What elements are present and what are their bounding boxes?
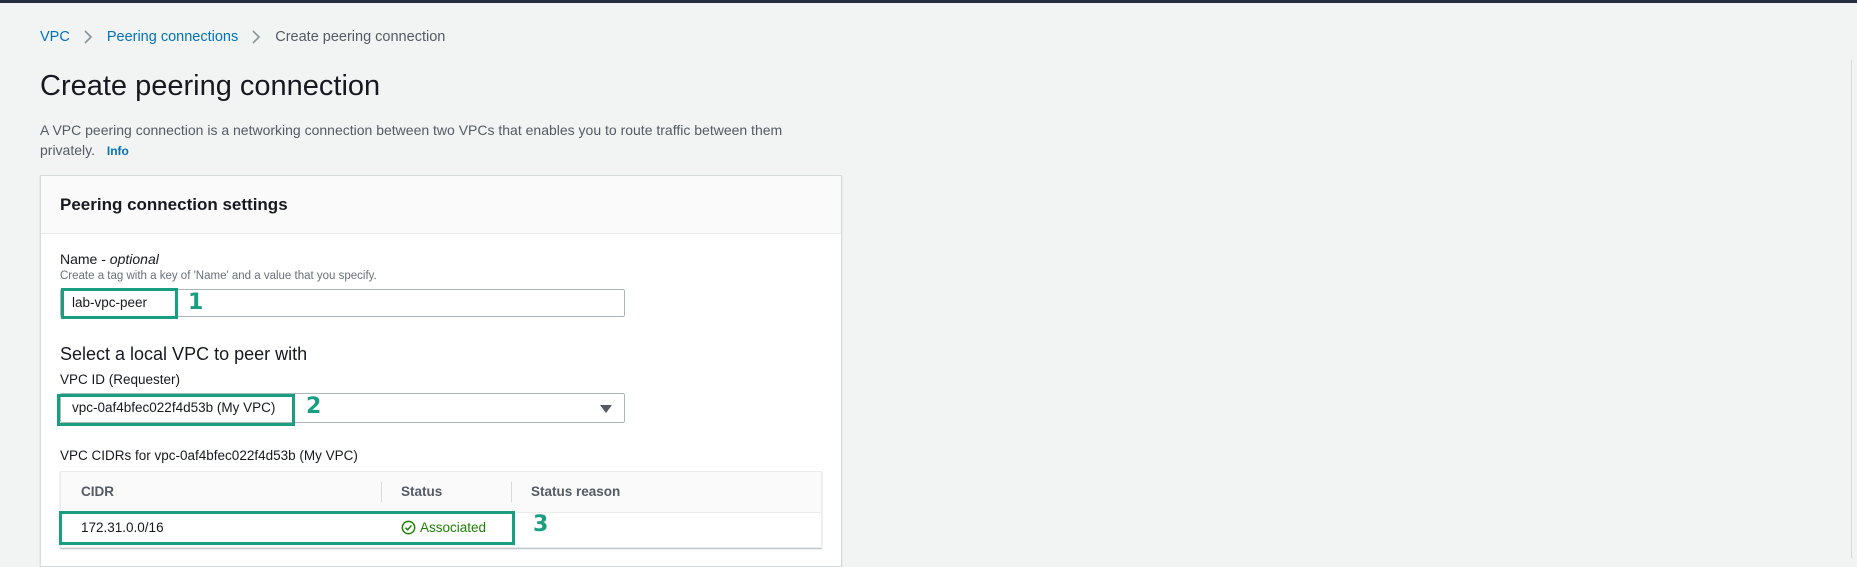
- column-divider: [511, 482, 512, 502]
- info-link[interactable]: Info: [107, 144, 129, 158]
- annotation-number-3: 3: [533, 512, 549, 537]
- name-label-text: Name -: [60, 251, 110, 267]
- check-circle-icon: [401, 520, 416, 535]
- caret-down-icon: [600, 405, 612, 413]
- peering-settings-panel: Peering connection settings Name - optio…: [40, 175, 842, 567]
- breadcrumb-link-peering-connections[interactable]: Peering connections: [107, 29, 238, 45]
- vpc-id-label: VPC ID (Requester): [60, 372, 181, 387]
- breadcrumb: VPC Peering connections Create peering c…: [40, 29, 445, 45]
- page-description: A VPC peering connection is a networking…: [40, 120, 840, 161]
- annotation-number-1: 1: [188, 290, 204, 315]
- vpc-cidrs-label: VPC CIDRs for vpc-0af4bfec022f4d53b (My …: [60, 448, 358, 463]
- chevron-right-icon: [84, 30, 93, 44]
- cidr-table: CIDR Status Status reason 172.31.0.0/16 …: [60, 471, 822, 548]
- annotation-number-2: 2: [306, 394, 322, 419]
- breadcrumb-link-vpc[interactable]: VPC: [40, 29, 70, 45]
- column-header-status[interactable]: Status: [401, 484, 442, 499]
- name-field-label: Name - optional: [60, 251, 159, 267]
- vpc-id-selected-value: vpc-0af4bfec022f4d53b (My VPC): [72, 400, 276, 415]
- top-bar: [0, 0, 1857, 3]
- column-divider: [381, 482, 382, 502]
- panel-title: Peering connection settings: [60, 195, 288, 214]
- cell-cidr: 172.31.0.0/16: [81, 520, 164, 535]
- name-field-hint: Create a tag with a key of 'Name' and a …: [60, 270, 377, 282]
- description-text: A VPC peering connection is a networking…: [40, 122, 783, 158]
- right-divider: [1851, 60, 1852, 558]
- name-input[interactable]: lab-vpc-peer: [60, 289, 625, 317]
- vpc-id-select[interactable]: vpc-0af4bfec022f4d53b (My VPC): [60, 393, 625, 423]
- breadcrumb-current: Create peering connection: [275, 29, 446, 45]
- column-header-cidr[interactable]: CIDR: [81, 484, 114, 499]
- status-text: Associated: [420, 520, 487, 535]
- page-title: Create peering connection: [40, 70, 381, 102]
- column-header-status-reason[interactable]: Status reason: [531, 484, 620, 499]
- name-optional-text: optional: [109, 251, 159, 267]
- table-header: CIDR Status Status reason: [61, 472, 821, 513]
- chevron-right-icon: [252, 30, 261, 44]
- local-vpc-heading: Select a local VPC to peer with: [60, 344, 308, 364]
- panel-header: Peering connection settings: [41, 176, 841, 234]
- cell-status: Associated: [401, 520, 486, 535]
